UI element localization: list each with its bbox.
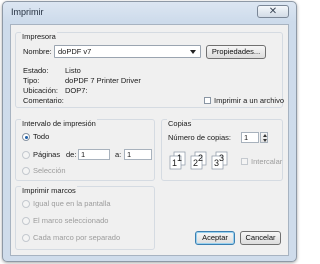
dialog-body: Impresora Nombre: doPDF v7 Propiedades..… xyxy=(10,24,289,256)
collate-page-3b: 3 xyxy=(219,153,224,163)
to-page-input[interactable]: 1 xyxy=(124,149,152,160)
from-page-value: 1 xyxy=(81,150,86,159)
type-label: Tipo: xyxy=(23,76,40,85)
status-label: Estado: xyxy=(23,66,49,75)
copies-spinner[interactable] xyxy=(260,132,268,143)
frames-selected-radio[interactable] xyxy=(22,217,30,225)
frames-as-screen-label: Igual que en la pantalla xyxy=(33,199,111,208)
selection-label: Selección xyxy=(33,166,66,175)
pages-label: Páginas xyxy=(33,150,61,159)
dialog-title: Imprimir xyxy=(11,7,44,17)
copies-count-label: Número de copias: xyxy=(168,133,231,142)
all-pages-label: Todo xyxy=(33,132,50,141)
properties-button[interactable]: Propiedades... xyxy=(206,45,266,59)
print-range-group-label: Intervalo de impresión xyxy=(21,119,97,128)
collate-checkbox[interactable] xyxy=(241,158,248,165)
copies-group: Copias Número de copias: 1 1 1 2 2 3 3 I… xyxy=(161,119,283,181)
collate-page-2b: 2 xyxy=(198,153,203,163)
copies-count-value: 1 xyxy=(244,133,249,142)
print-frames-group-label: Imprimir marcos xyxy=(21,186,77,195)
print-to-file-label: Imprimir a un archivo xyxy=(214,96,285,105)
collate-label: Intercalar xyxy=(251,157,283,166)
title-bar[interactable]: Imprimir ✕ xyxy=(3,2,296,24)
collate-icon: 1 1 2 2 3 3 xyxy=(169,151,228,170)
copies-group-label: Copias xyxy=(167,119,193,128)
to-page-value: 1 xyxy=(127,150,132,159)
frames-as-screen-radio[interactable] xyxy=(22,200,30,208)
close-icon: ✕ xyxy=(268,6,278,17)
to-label: a: xyxy=(115,150,122,159)
printer-group-label: Impresora xyxy=(21,32,57,41)
pages-radio[interactable] xyxy=(22,151,30,159)
print-dialog: Imprimir ✕ Impresora Nombre: doPDF v7 Pr… xyxy=(2,1,297,262)
print-range-group: Intervalo de impresión Todo Páginas de: … xyxy=(15,119,155,181)
printer-name-value: doPDF v7 xyxy=(58,47,92,56)
printer-group: Impresora Nombre: doPDF v7 Propiedades..… xyxy=(15,32,285,108)
close-button[interactable]: ✕ xyxy=(257,5,289,18)
printer-name-select[interactable]: doPDF v7 xyxy=(54,45,201,58)
from-label: de: xyxy=(66,150,77,159)
location-value: DOP7: xyxy=(65,86,88,95)
type-value: doPDF 7 Printer Driver xyxy=(65,76,141,85)
selection-radio[interactable] xyxy=(22,167,30,175)
all-pages-radio[interactable] xyxy=(22,133,30,141)
frames-separate-label: Cada marco por separado xyxy=(33,233,121,242)
from-page-input[interactable]: 1 xyxy=(78,149,110,160)
printer-name-label: Nombre: xyxy=(23,47,52,56)
print-to-file-checkbox[interactable] xyxy=(204,97,211,104)
chevron-down-icon xyxy=(190,50,196,54)
frames-separate-radio[interactable] xyxy=(22,234,30,242)
frames-selected-label: El marco seleccionado xyxy=(33,216,109,225)
comment-label: Comentario: xyxy=(23,96,64,105)
location-label: Ubicación: xyxy=(23,86,59,95)
status-value: Listo xyxy=(65,66,81,75)
collate-page-1b: 1 xyxy=(177,153,182,163)
print-frames-group: Imprimir marcos Igual que en la pantalla… xyxy=(15,186,155,250)
ok-button[interactable]: Aceptar xyxy=(195,231,235,245)
cancel-button[interactable]: Cancelar xyxy=(240,231,281,245)
copies-count-input[interactable]: 1 xyxy=(241,132,259,143)
